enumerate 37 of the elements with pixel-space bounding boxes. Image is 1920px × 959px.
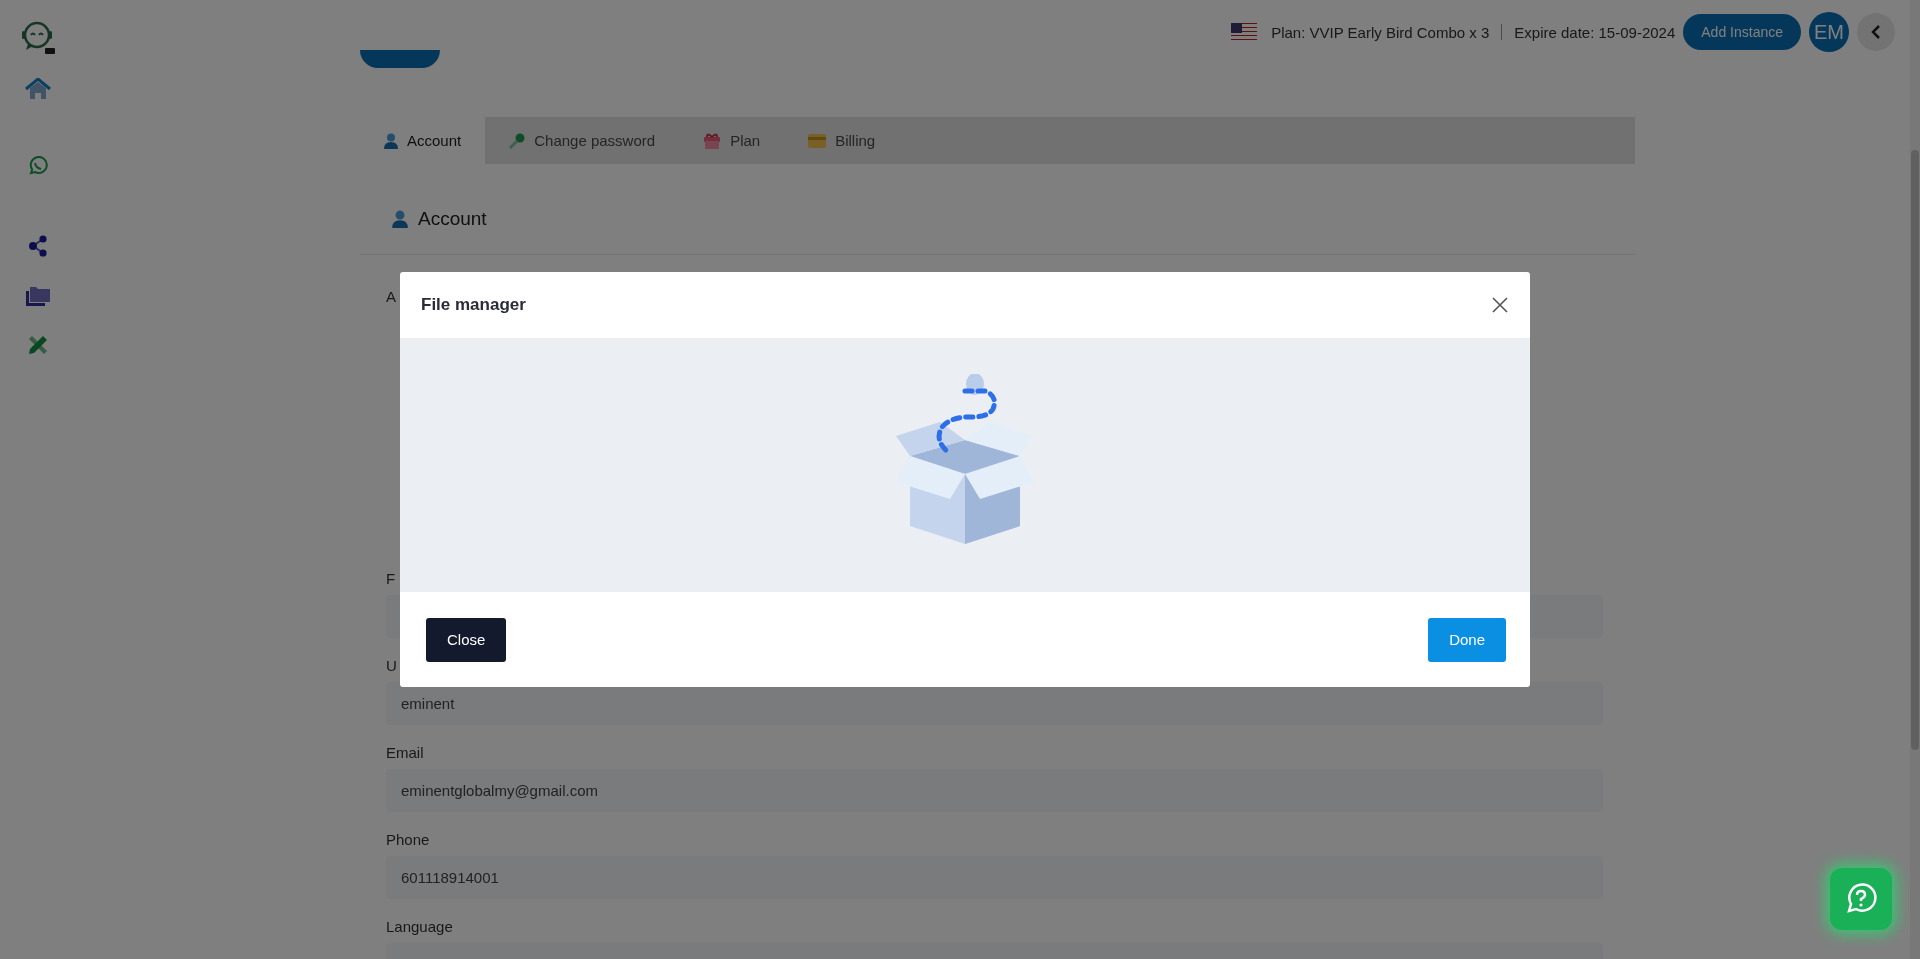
- field-label: Language: [386, 918, 453, 935]
- expire-date-label: Expire date: 15-09-2024: [1514, 23, 1676, 41]
- plan-label: Plan: VVIP Early Bird Combo x 3: [1271, 23, 1490, 41]
- field-label: U: [386, 657, 397, 674]
- close-button[interactable]: Close: [426, 617, 507, 662]
- user-icon: [392, 210, 408, 228]
- cut-off-button[interactable]: [360, 50, 440, 68]
- credit-card-icon: [808, 133, 827, 148]
- question-bubble-icon: [1845, 883, 1877, 915]
- whatsapp-icon[interactable]: [28, 156, 48, 176]
- field-label: Email: [386, 744, 424, 761]
- scrollbar-thumb[interactable]: [1911, 150, 1919, 750]
- folder-icon[interactable]: [25, 285, 51, 307]
- collapse-button[interactable]: [1857, 13, 1895, 51]
- share-icon[interactable]: [28, 235, 48, 257]
- section-title: Account: [418, 208, 487, 230]
- text-field[interactable]: eminentglobalmy@gmail.com: [386, 769, 1603, 812]
- field-label: A: [386, 288, 396, 305]
- account-tab[interactable]: Change password: [485, 117, 680, 164]
- home-icon[interactable]: [25, 78, 51, 100]
- account-tab[interactable]: Plan: [679, 117, 785, 164]
- field-label: Phone: [386, 831, 430, 848]
- done-button[interactable]: Done: [1428, 617, 1506, 662]
- account-tab[interactable]: Account: [360, 117, 486, 164]
- account-tab[interactable]: Billing: [784, 117, 900, 164]
- gift-icon: [703, 132, 722, 149]
- user-icon: [384, 132, 398, 149]
- text-field[interactable]: 601118914001: [386, 856, 1603, 899]
- key-icon: [509, 132, 526, 149]
- us-flag-icon: [1231, 23, 1258, 41]
- help-chat-button[interactable]: [1830, 868, 1892, 930]
- dialog-title: File manager: [421, 295, 526, 315]
- chevron-left-icon: [1871, 25, 1881, 39]
- user-avatar[interactable]: EM: [1809, 12, 1849, 52]
- field-label: F: [386, 570, 396, 587]
- pencil-ruler-icon[interactable]: [27, 334, 49, 356]
- add-instance-button[interactable]: Add Instance: [1683, 14, 1801, 50]
